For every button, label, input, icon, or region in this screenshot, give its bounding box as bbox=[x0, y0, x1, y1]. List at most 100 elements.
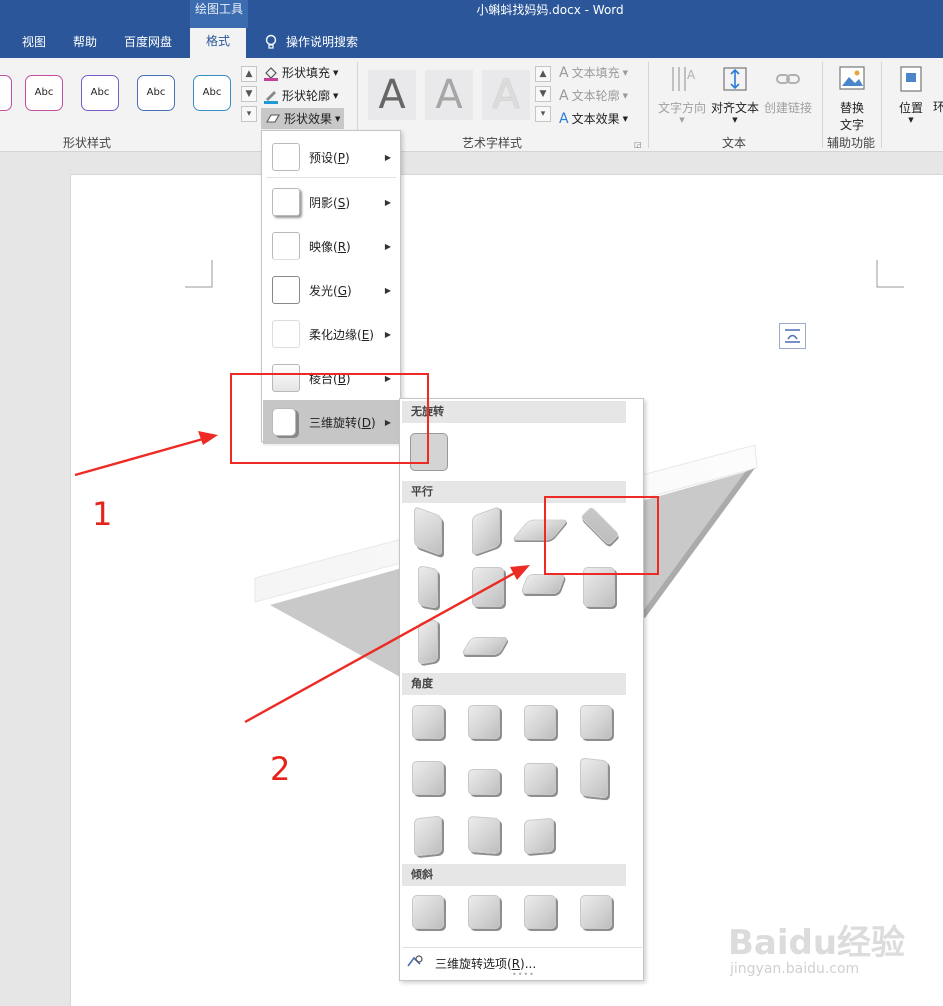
wordart-style-1[interactable]: A bbox=[368, 70, 416, 120]
group-label-wordart-styles: 艺术字样式 bbox=[462, 136, 523, 150]
menu-item-soft-edges[interactable]: 柔化边缘(E) ▶ bbox=[263, 312, 400, 356]
alt-text-label-line1: 替换 bbox=[839, 101, 864, 115]
wrap-text-partial-label[interactable]: 环 bbox=[933, 98, 943, 115]
wordart-scroll-down[interactable]: ▼ bbox=[535, 86, 551, 102]
baidu-jingyan-watermark: Baidu经验 jingyan.baidu.com bbox=[728, 925, 938, 977]
menu-label-suffix: ) bbox=[369, 327, 374, 342]
perspective-tile-10[interactable] bbox=[468, 815, 500, 855]
wordart-scroll-up[interactable]: ▲ bbox=[535, 66, 551, 82]
alt-text-button[interactable]: 替换 文字 bbox=[830, 64, 874, 133]
dropdown-arrow-icon: ▼ bbox=[622, 91, 628, 100]
menu-shortcut-key: G bbox=[337, 283, 347, 298]
text-effects-button[interactable]: A 文本效果 ▼ bbox=[559, 110, 628, 127]
oblique-tile-1[interactable] bbox=[412, 895, 444, 929]
perspective-tile-7[interactable] bbox=[524, 763, 556, 795]
shape-outline-button[interactable]: 形状轮廓 ▼ bbox=[263, 87, 338, 104]
shape-fill-label: 形状填充 bbox=[282, 66, 331, 80]
menu-divider bbox=[266, 177, 396, 178]
position-label: 位置 bbox=[898, 101, 923, 115]
pen-icon bbox=[264, 90, 278, 104]
menu-label: 阴影( bbox=[309, 195, 338, 210]
menu-item-glow[interactable]: 发光(G) ▶ bbox=[263, 268, 400, 312]
svg-text:A: A bbox=[687, 68, 696, 82]
shape-effects-button[interactable]: 形状效果 ▼ bbox=[261, 108, 345, 129]
submenu-arrow-icon: ▶ bbox=[384, 329, 391, 339]
watermark-url: jingyan.baidu.com bbox=[730, 961, 860, 977]
text-outline-button[interactable]: A 文本轮廓 ▼ bbox=[559, 87, 628, 104]
dropdown-arrow-icon: ▼ bbox=[335, 114, 341, 123]
dialog-launcher-icon[interactable]: ◲ bbox=[634, 140, 642, 149]
drawing-tools-context-label: 绘图工具 bbox=[190, 0, 248, 28]
document-title: 小蝌蚪找妈妈.docx - Word bbox=[476, 3, 624, 17]
gallery-scroll-up[interactable]: ▲ bbox=[241, 66, 257, 82]
margin-corner-mark bbox=[876, 260, 904, 288]
tell-me-label: 操作说明搜索 bbox=[286, 35, 359, 49]
perspective-tile-9[interactable] bbox=[414, 815, 442, 857]
text-direction-button[interactable]: A 文字方向 ▼ bbox=[656, 64, 708, 124]
soft-edges-thumbnail bbox=[272, 320, 300, 348]
oblique-tile-2[interactable] bbox=[468, 895, 500, 929]
3d-rotation-options-icon bbox=[407, 955, 423, 967]
position-button[interactable]: 位置 ▼ bbox=[893, 64, 929, 124]
submenu-arrow-icon: ▶ bbox=[384, 241, 391, 251]
annotation-number-2: 2 bbox=[270, 750, 291, 788]
dropdown-arrow-icon: ▼ bbox=[679, 116, 685, 124]
glow-thumbnail bbox=[272, 276, 300, 304]
menu-item-preset[interactable]: 预设(P) ▶ bbox=[263, 135, 400, 179]
shape-effects-label: 形状效果 bbox=[284, 112, 333, 126]
align-text-label: 对齐文本 bbox=[710, 101, 759, 115]
text-effects-icon: A bbox=[559, 110, 569, 127]
oblique-tile-4[interactable] bbox=[580, 895, 612, 929]
wordart-style-3[interactable]: A bbox=[482, 70, 530, 120]
tab-baidu-netdisk[interactable]: 百度网盘 bbox=[124, 34, 172, 56]
wordart-style-2[interactable]: A bbox=[425, 70, 473, 120]
text-outline-label: 文本轮廓 bbox=[571, 89, 620, 103]
perspective-tile-11[interactable] bbox=[524, 817, 554, 855]
menu-label-suffix: ) bbox=[346, 239, 351, 254]
perspective-tile-5[interactable] bbox=[412, 761, 444, 795]
shape-style-1[interactable]: Abc bbox=[25, 75, 63, 111]
gallery-more[interactable]: ▾ bbox=[241, 106, 257, 122]
menu-label-suffix: ) bbox=[344, 150, 350, 165]
dropdown-arrow-icon: ▼ bbox=[333, 68, 339, 77]
margin-corner-mark bbox=[185, 260, 213, 288]
text-effects-label: 文本效果 bbox=[571, 112, 620, 126]
tab-view[interactable]: 视图 bbox=[22, 34, 46, 56]
title-bar: 绘图工具 小蝌蚪找妈妈.docx - Word 视图 帮助 百度网盘 格式 操作… bbox=[0, 0, 943, 58]
tell-me-search[interactable]: 操作说明搜索 bbox=[264, 33, 358, 50]
shadow-thumbnail bbox=[272, 188, 300, 216]
preset-thumbnail bbox=[272, 143, 300, 171]
menu-item-reflection[interactable]: 映像(R) ▶ bbox=[263, 224, 400, 268]
text-fill-label: 文本填充 bbox=[571, 66, 620, 80]
perspective-tile-8[interactable] bbox=[580, 757, 608, 799]
shape-style-2[interactable]: Abc bbox=[81, 75, 119, 111]
3d-rotation-options-item[interactable]: 三维旋转选项(R)... •••• bbox=[402, 947, 642, 979]
section-header-oblique: 倾斜 bbox=[402, 864, 626, 886]
arrow-1 bbox=[74, 431, 218, 477]
tab-format[interactable]: 格式 bbox=[190, 28, 247, 58]
shape-style-4[interactable]: Abc bbox=[193, 75, 231, 111]
shape-fill-button[interactable]: 形状填充 ▼ bbox=[263, 64, 338, 81]
resize-grip-icon[interactable]: •••• bbox=[512, 970, 535, 979]
align-text-button[interactable]: 对齐文本 ▼ bbox=[709, 64, 761, 124]
create-link-button[interactable]: 创建链接 bbox=[762, 64, 814, 116]
wordart-more[interactable]: ▾ bbox=[535, 106, 551, 122]
tab-help[interactable]: 帮助 bbox=[73, 34, 97, 56]
text-fill-button[interactable]: A 文本填充 ▼ bbox=[559, 64, 628, 81]
oblique-tile-3[interactable] bbox=[524, 895, 556, 929]
submenu-arrow-icon: ▶ bbox=[384, 285, 391, 295]
shape-style-3[interactable]: Abc bbox=[137, 75, 175, 111]
paint-bucket-icon bbox=[264, 66, 278, 81]
gallery-scroll-down[interactable]: ▼ bbox=[241, 86, 257, 102]
perspective-tile-6[interactable] bbox=[468, 769, 500, 795]
alt-text-label-line2: 文字 bbox=[839, 118, 864, 132]
menu-item-shadow[interactable]: 阴影(S) ▶ bbox=[263, 180, 400, 224]
layout-options-button[interactable] bbox=[779, 323, 806, 349]
menu-label: 柔化边缘( bbox=[309, 327, 362, 342]
group-label-shape-styles: 形状样式 bbox=[63, 136, 112, 150]
options-shortcut-key: R bbox=[511, 957, 521, 971]
shape-style-partial[interactable] bbox=[0, 75, 12, 111]
options-suffix: )... bbox=[520, 957, 537, 971]
position-icon bbox=[900, 66, 922, 92]
shape-outline-label: 形状轮廓 bbox=[282, 89, 331, 103]
